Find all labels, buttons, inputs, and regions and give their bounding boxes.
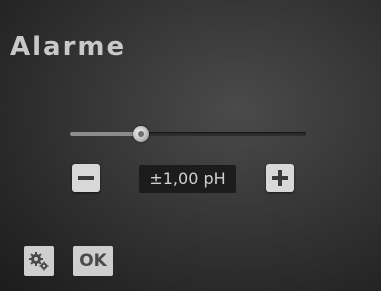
alarm-screen: Alarme ±1,00 pH OK: [0, 0, 381, 291]
increment-button[interactable]: [266, 164, 294, 192]
slider-fill: [70, 132, 141, 136]
gears-icon: [29, 252, 49, 271]
settings-button[interactable]: [24, 246, 54, 276]
slider-handle[interactable]: [132, 126, 149, 142]
decrement-button[interactable]: [72, 164, 100, 192]
ok-button[interactable]: OK: [73, 246, 113, 276]
screen-title: Alarme: [10, 32, 127, 62]
ph-tolerance-value: ±1,00 pH: [139, 165, 236, 193]
alarm-range-slider[interactable]: [70, 126, 306, 142]
